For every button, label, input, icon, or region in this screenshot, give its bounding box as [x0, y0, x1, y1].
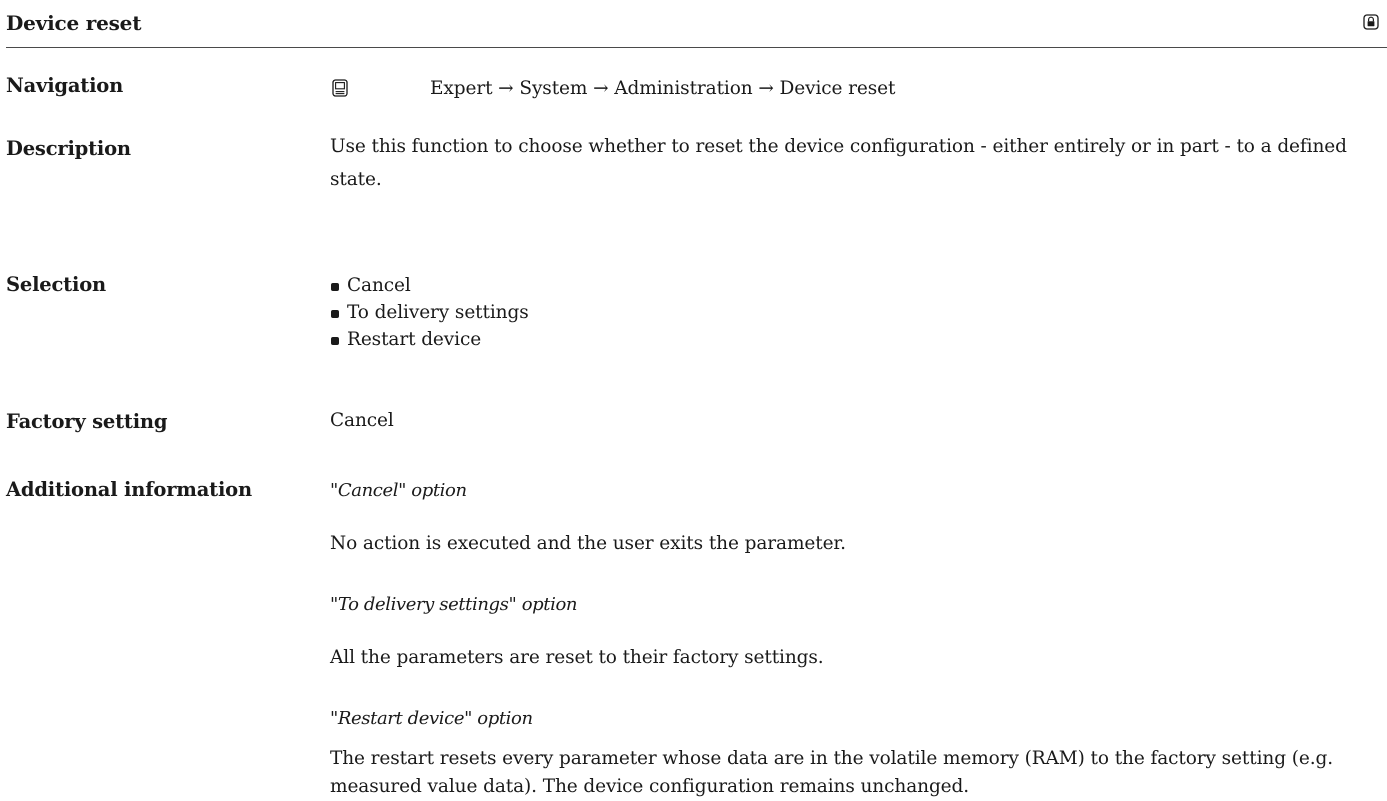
- additional-information-label: Additional information: [6, 478, 252, 501]
- bullet-icon: [331, 283, 339, 291]
- option-heading-delivery: "To delivery settings" option: [330, 594, 578, 615]
- display-icon: [332, 79, 348, 97]
- option-text-cancel: No action is executed and the user exits…: [330, 533, 846, 554]
- section-title: Device reset: [6, 11, 142, 35]
- selection-options: Cancel To delivery settings Restart devi…: [330, 272, 1380, 353]
- list-item: Cancel: [330, 272, 1380, 299]
- option-heading-cancel: "Cancel" option: [330, 480, 467, 501]
- list-item: To delivery settings: [330, 299, 1380, 326]
- factory-setting-label: Factory setting: [6, 410, 168, 433]
- navigation-path: Expert → System → Administration → Devic…: [430, 78, 896, 99]
- option-text-delivery: All the parameters are reset to their fa…: [330, 647, 824, 668]
- selection-option: Restart device: [347, 329, 482, 350]
- description-label: Description: [6, 137, 131, 160]
- selection-option: Cancel: [347, 275, 411, 296]
- option-heading-restart: "Restart device" option: [330, 708, 533, 729]
- bullet-icon: [331, 337, 339, 345]
- factory-setting-value: Cancel: [330, 410, 394, 431]
- option-text-restart: The restart resets every parameter whose…: [330, 748, 1333, 797]
- selection-label: Selection: [6, 273, 106, 296]
- section-header: Device reset: [6, 8, 1387, 48]
- selection-option: To delivery settings: [347, 302, 529, 323]
- description-text: Use this function to choose whether to r…: [330, 136, 1347, 190]
- bullet-icon: [331, 310, 339, 318]
- list-item: Restart device: [330, 326, 1380, 353]
- selection-list: Cancel To delivery settings Restart devi…: [330, 272, 1380, 353]
- lock-icon: [1363, 14, 1379, 30]
- navigation-label: Navigation: [6, 74, 124, 97]
